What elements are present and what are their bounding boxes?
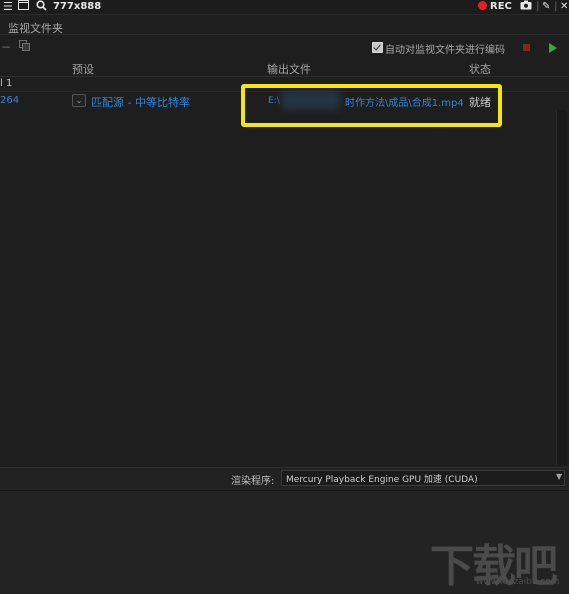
rec-button[interactable]: REC [478, 0, 512, 14]
queue-group-label: l 1 [0, 78, 13, 89]
auto-encode-checkbox[interactable] [372, 42, 383, 53]
toolbar-separator: | [536, 1, 540, 12]
camera-icon[interactable] [520, 0, 532, 14]
renderer-label: 渲染程序: [231, 476, 275, 487]
row-preset-link[interactable]: 匹配源 - 中等比特率 [91, 94, 190, 110]
duplicate-icon[interactable] [19, 40, 30, 54]
renderer-select-value: Mercury Playback Engine GPU 加速 (CUDA) [286, 475, 478, 485]
row-format-link[interactable]: 264 [0, 95, 19, 106]
recorder-toolbar: ☰ 777x888 REC | ✎ | ✕ [0, 0, 569, 15]
toolbar-separator-2: | [554, 1, 558, 12]
watermark-url: www.xiazaiba.com [476, 577, 560, 587]
column-header-status[interactable]: 状态 [469, 61, 491, 77]
window-icon[interactable] [18, 0, 29, 14]
remove-icon[interactable]: − [1, 40, 11, 54]
vertical-scrollbar[interactable] [556, 110, 566, 465]
auto-encode-label: 自动对监视文件夹进行编码 [385, 45, 505, 56]
pencil-icon[interactable]: ✎ [542, 0, 550, 14]
column-header-preset[interactable]: 预设 [72, 61, 94, 77]
panel-divider [0, 34, 569, 35]
chevron-down-icon[interactable]: ⌄ [72, 94, 86, 107]
capture-size-label: 777x888 [53, 1, 102, 12]
menu-icon[interactable]: ☰ [3, 0, 13, 14]
highlight-annotation-box [241, 84, 502, 127]
rec-dot-icon [478, 1, 487, 10]
table-header: 预设 输出文件 状态 [0, 58, 569, 77]
stop-queue-button[interactable] [523, 44, 530, 51]
search-icon[interactable] [36, 0, 47, 14]
start-queue-button[interactable] [549, 43, 557, 53]
chevron-down-icon[interactable]: ▼ [556, 472, 562, 481]
close-icon[interactable]: ✕ [560, 0, 568, 14]
column-header-output[interactable]: 输出文件 [267, 61, 311, 77]
